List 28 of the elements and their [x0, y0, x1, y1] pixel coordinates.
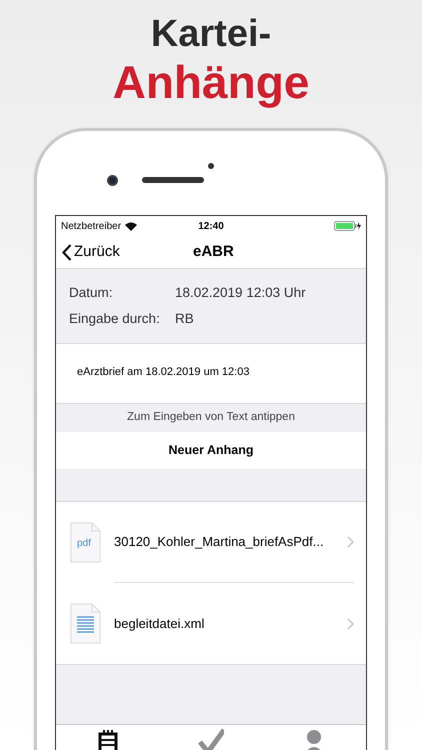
new-attachment-button[interactable]: Neuer Anhang [56, 432, 366, 469]
detail-value: 18.02.2019 12:03 Uhr [175, 284, 306, 302]
document-icon [70, 603, 101, 644]
file-name: begleitdatei.xml [114, 614, 206, 633]
carrier-name: Netzbetreiber [61, 220, 122, 234]
note-text[interactable]: eArztbrief am 18.02.2019 um 12:03 [77, 366, 250, 378]
detail-label: Eingabe durch: [69, 310, 161, 328]
screen-title: eABR [193, 242, 234, 262]
pdf-file-icon [70, 522, 101, 563]
battery-icon [334, 221, 361, 231]
attachment-row[interactable]: pdf 30120_Kohler_Martina_briefAsPdf... [56, 502, 366, 583]
back-button[interactable]: Zurück [56, 240, 120, 264]
chevron-left-icon [62, 244, 72, 260]
hint-text: Zum Eingeben von Text antippen [127, 410, 295, 426]
check-tab-icon[interactable] [198, 728, 224, 750]
detail-label: Datum: [69, 284, 114, 302]
camera-icon [106, 174, 118, 186]
headline: Anhänge [112, 56, 310, 108]
detail-value: RB [175, 310, 194, 328]
status-time: 12:40 [198, 220, 224, 234]
file-type-label: pdf [77, 537, 91, 551]
headline: Kartei- [150, 12, 272, 56]
speaker-grille-icon [142, 177, 204, 183]
wifi-icon [125, 222, 138, 230]
file-name: 30120_Kohler_Martina_briefAsPdf... [114, 533, 325, 552]
chevron-right-icon [347, 536, 354, 548]
chevron-right-icon [347, 618, 354, 630]
attachment-row[interactable]: begleitdatei.xml [56, 583, 366, 664]
